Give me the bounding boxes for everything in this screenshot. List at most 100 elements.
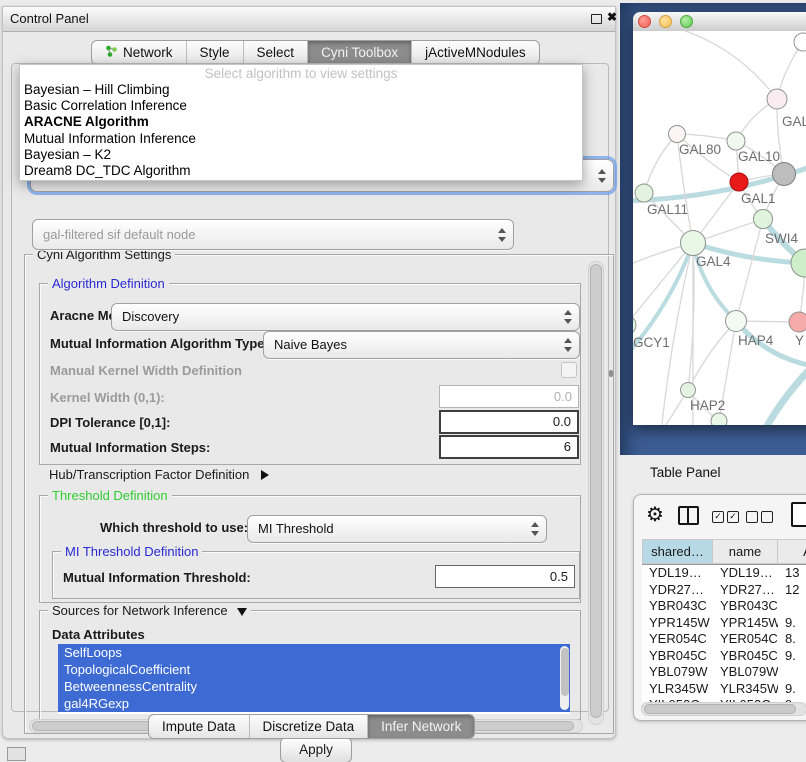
panel-grip-icon[interactable] bbox=[7, 747, 26, 761]
close-light[interactable] bbox=[638, 15, 651, 28]
apply-button[interactable]: Apply bbox=[280, 737, 352, 762]
table-row[interactable]: YDL19…YDL19…13 bbox=[642, 565, 806, 582]
mi-algorithm-type-combobox[interactable]: Naive Bayes bbox=[263, 331, 580, 359]
table-cell: YBL079W bbox=[713, 664, 778, 681]
network-node-gal1[interactable] bbox=[730, 173, 748, 191]
network-edge[interactable] bbox=[763, 366, 806, 425]
network-node-gal11[interactable] bbox=[635, 184, 653, 202]
split-view-icon[interactable] bbox=[678, 506, 699, 525]
table-cell: 9. bbox=[778, 681, 806, 698]
attributes-scrollbar[interactable] bbox=[560, 646, 569, 710]
table-cell: 8. bbox=[778, 631, 806, 648]
attribute-list-item[interactable]: TopologicalCoefficient bbox=[58, 661, 570, 678]
new-document-icon[interactable] bbox=[791, 502, 806, 527]
table-cell: YBL079W bbox=[642, 664, 713, 681]
table-cell: YPR145W bbox=[642, 615, 713, 632]
tab-discretize-data[interactable]: Discretize Data bbox=[249, 715, 368, 738]
table-cell: YDL19… bbox=[713, 565, 778, 582]
close-icon[interactable]: ✖ bbox=[607, 10, 617, 24]
dpi-tolerance-field[interactable]: 0.0 bbox=[439, 410, 579, 434]
attribute-list-item[interactable]: gal4RGexp bbox=[58, 695, 570, 712]
tab-impute-data[interactable]: Impute Data bbox=[149, 715, 249, 738]
expand-right-icon bbox=[261, 470, 269, 480]
node-label: GCY1 bbox=[633, 335, 670, 350]
column-header-1[interactable]: shared… bbox=[642, 539, 713, 564]
table-row[interactable]: YER054CYER054C8. bbox=[642, 631, 806, 648]
combo-arrows-icon bbox=[598, 169, 605, 183]
dropdown-item[interactable]: Basic Correlation Inference bbox=[20, 98, 582, 114]
network-node-swi4[interactable] bbox=[754, 210, 773, 229]
dpi-tolerance-label: DPI Tolerance [0,1]: bbox=[50, 415, 170, 430]
manual-kernel-checkbox[interactable] bbox=[561, 362, 577, 378]
dropdown-item[interactable]: Mutual Information Inference bbox=[20, 131, 582, 147]
mi-type-value: Naive Bayes bbox=[274, 337, 347, 352]
network-canvas[interactable]: GALGAL80GAL10GAL1GAL11SWI4GAL4GCY1HAP4YH… bbox=[633, 31, 806, 425]
network-edge[interactable] bbox=[736, 219, 763, 321]
data-attributes-list[interactable]: SelfLoopsTopologicalCoefficientBetweenne… bbox=[58, 644, 570, 714]
scrollbar-thumb[interactable] bbox=[644, 704, 796, 714]
table-row[interactable]: YLR345WYLR345W9. bbox=[642, 681, 806, 698]
table-row[interactable]: YBR043CYBR043C bbox=[642, 598, 806, 615]
which-threshold-label: Which threshold to use: bbox=[100, 520, 248, 535]
network-node-gcy1[interactable] bbox=[633, 315, 636, 335]
network-node[interactable] bbox=[773, 163, 796, 186]
dropdown-item[interactable]: Bayesian – Hill Climbing bbox=[20, 82, 582, 98]
network-node-hap4[interactable] bbox=[726, 311, 747, 332]
column-header-3[interactable]: A bbox=[778, 539, 806, 564]
attribute-list-item[interactable]: SelfLoops bbox=[58, 644, 570, 661]
network-node-gal4[interactable] bbox=[681, 231, 706, 256]
table-row[interactable]: YPR145WYPR145W9. bbox=[642, 615, 806, 632]
network-node-y[interactable] bbox=[789, 312, 806, 332]
algorithm-definition-group: Algorithm Definition Aracne Mode: Discov… bbox=[39, 283, 581, 465]
kernel-width-field[interactable]: 0.0 bbox=[439, 385, 579, 408]
network-edge[interactable] bbox=[644, 134, 677, 193]
sources-title[interactable]: Sources for Network Inference bbox=[48, 603, 251, 618]
network-node-gal[interactable] bbox=[767, 89, 787, 109]
tab-cyni-toolbox[interactable]: Cyni Toolbox bbox=[307, 41, 411, 64]
dropdown-item[interactable]: ARACNE Algorithm bbox=[20, 114, 582, 130]
combo-arrows-icon bbox=[498, 228, 505, 242]
tab-jactivemnodules[interactable]: jActiveMNodules bbox=[411, 41, 539, 64]
float-icon[interactable] bbox=[591, 14, 602, 24]
table-row[interactable]: YBR045CYBR045C9. bbox=[642, 648, 806, 665]
deselect-all-icon[interactable] bbox=[746, 511, 773, 523]
network-node[interactable] bbox=[711, 413, 727, 425]
table-row[interactable]: YBL079WYBL079W bbox=[642, 664, 806, 681]
network-node-hap2[interactable] bbox=[681, 383, 696, 398]
tab-network[interactable]: Network bbox=[92, 41, 186, 64]
mi-threshold-field[interactable]: 0.5 bbox=[435, 565, 575, 588]
scrollbar-thumb[interactable] bbox=[590, 264, 602, 718]
network-node[interactable] bbox=[794, 33, 806, 51]
attribute-list-item[interactable]: BetweennessCentrality bbox=[58, 678, 570, 695]
dropdown-item[interactable]: Dream8 DC_TDC Algorithm bbox=[20, 163, 582, 179]
splitter-grip[interactable] bbox=[609, 370, 613, 377]
network-edge[interactable] bbox=[658, 31, 777, 99]
network-edge[interactable] bbox=[688, 321, 736, 390]
which-threshold-combobox[interactable]: MI Threshold bbox=[247, 515, 547, 543]
network-node-gal10[interactable] bbox=[727, 132, 745, 150]
gear-icon[interactable]: ⚙ bbox=[646, 502, 664, 527]
tab-select[interactable]: Select bbox=[243, 41, 308, 64]
network-select-combobox[interactable]: gal-filtered sif default node bbox=[32, 219, 514, 250]
table-row[interactable]: YDR27…YDR27…12 bbox=[642, 582, 806, 599]
table-cell: YBR045C bbox=[713, 648, 778, 665]
settings-vertical-scrollbar[interactable] bbox=[588, 261, 604, 725]
select-all-icon[interactable]: ✓✓ bbox=[712, 511, 739, 523]
network-node-gal80[interactable] bbox=[669, 126, 686, 143]
dropdown-item[interactable]: Bayesian – K2 bbox=[20, 147, 582, 163]
table-toolbar: ⚙ ✓✓ bbox=[634, 495, 806, 537]
table-horizontal-scrollbar[interactable] bbox=[641, 702, 806, 716]
hub-definition-expander[interactable]: Hub/Transcription Factor Definition bbox=[49, 467, 269, 482]
combo-arrows-icon bbox=[564, 310, 571, 324]
column-header-2[interactable]: name bbox=[713, 539, 778, 564]
node-label: SWI4 bbox=[765, 231, 798, 246]
threshold-definition-group: Threshold Definition Which threshold to … bbox=[39, 495, 581, 603]
network-icon bbox=[105, 45, 118, 61]
minimize-light[interactable] bbox=[659, 15, 672, 28]
tab-infer-network[interactable]: Infer Network bbox=[367, 715, 474, 738]
mi-steps-field[interactable]: 6 bbox=[439, 435, 579, 459]
scrollbar-thumb[interactable] bbox=[561, 648, 569, 696]
aracne-mode-combobox[interactable]: Discovery bbox=[111, 303, 580, 331]
tab-style[interactable]: Style bbox=[186, 41, 243, 64]
zoom-light[interactable] bbox=[680, 15, 693, 28]
